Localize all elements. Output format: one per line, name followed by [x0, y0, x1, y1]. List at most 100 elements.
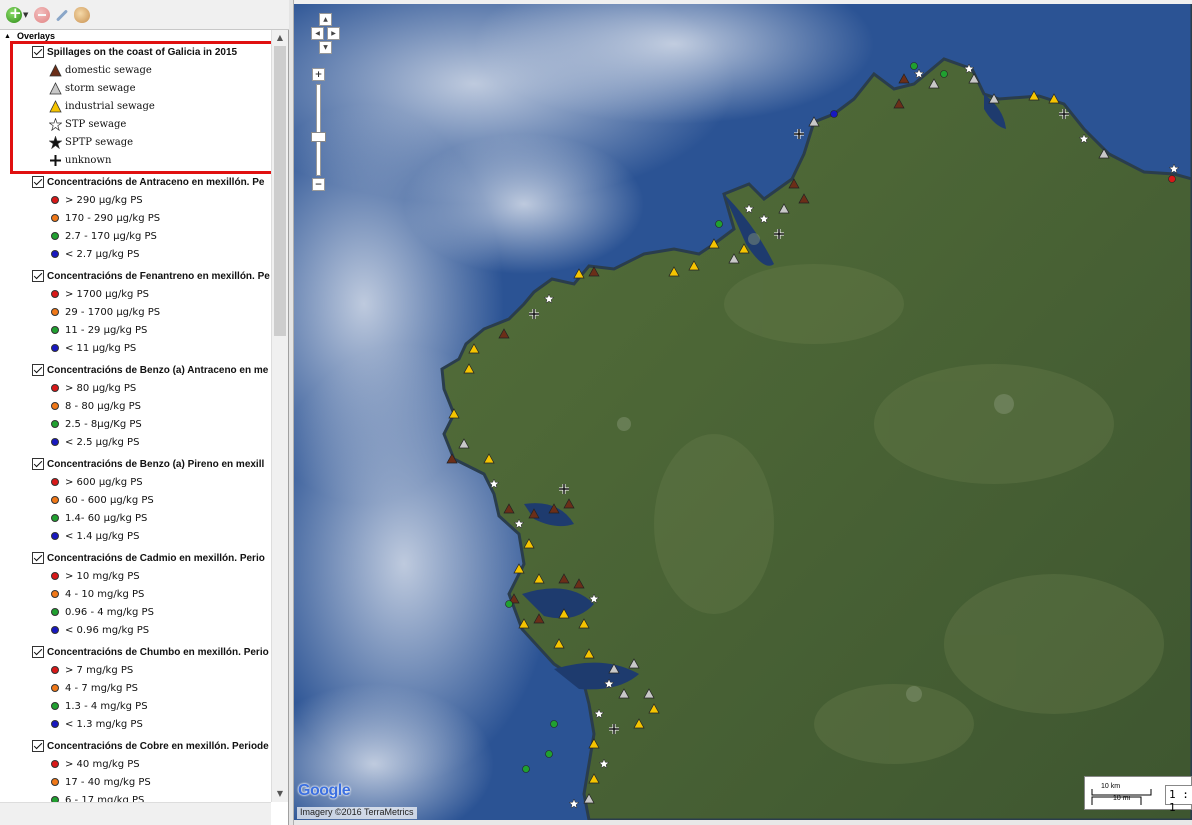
- star-icon: [48, 135, 62, 149]
- collapse-triangle-icon[interactable]: ▲: [4, 33, 11, 40]
- layer-title[interactable]: Concentracións de Chumbo en mexillón. Pe…: [32, 645, 272, 659]
- dot-marker[interactable]: [505, 600, 513, 608]
- layer-title[interactable]: Concentracións de Cadmio en mexillón. Pe…: [32, 551, 272, 565]
- legend-item-label: < 2.5 µg/kg PS: [65, 436, 140, 448]
- zoom-in-button[interactable]: +: [312, 68, 325, 81]
- layer-title-label: Concentracións de Cobre en mexillón. Per…: [47, 740, 269, 752]
- add-layer-dropdown-arrow[interactable]: ▼: [23, 11, 28, 19]
- legend-item: 2.7 - 170 µg/kg PS: [48, 229, 157, 243]
- layer-visibility-checkbox[interactable]: [32, 270, 44, 282]
- zoom-out-button[interactable]: −: [312, 178, 325, 191]
- layer-title[interactable]: Spillages on the coast of Galicia in 201…: [32, 45, 272, 59]
- layer-title-label: Concentracións de Cadmio en mexillón. Pe…: [47, 552, 265, 564]
- layer-properties-icon[interactable]: [54, 7, 70, 23]
- scroll-down-arrow-icon[interactable]: ▼: [272, 786, 288, 802]
- horizontal-scrollbar[interactable]: [0, 802, 271, 825]
- remove-layer-icon[interactable]: [34, 7, 50, 23]
- layers-toolbar: ▼: [0, 0, 289, 30]
- gis-application: ▼ ▲ Overlays Spillages on the coast of G…: [0, 0, 1192, 825]
- legend-item: > 40 mg/kg PS: [48, 757, 140, 771]
- layer-title[interactable]: Concentracións de Fenantreno en mexillón…: [32, 269, 272, 283]
- pan-control[interactable]: ▲ ◀ ▶ ▼: [311, 13, 341, 63]
- legend-item: 1.4- 60 µg/kg PS: [48, 511, 147, 525]
- scale-ratio-field[interactable]: 1 : 1: [1165, 785, 1192, 814]
- layer-visibility-checkbox[interactable]: [32, 364, 44, 376]
- legend-item-label: 0.96 - 4 mg/kg PS: [65, 606, 154, 618]
- legend-item-label: 2.7 - 170 µg/kg PS: [65, 230, 157, 242]
- color-dot-icon: [48, 587, 62, 601]
- legend-item-label: < 2.7 µg/kg PS: [65, 248, 140, 260]
- dot-marker[interactable]: [940, 70, 948, 78]
- color-dot-icon: [48, 323, 62, 337]
- layer-visibility-checkbox[interactable]: [32, 740, 44, 752]
- layer-style-icon[interactable]: [74, 7, 90, 23]
- layer-title[interactable]: Concentracións de Antraceno en mexillón.…: [32, 175, 272, 189]
- layer-title[interactable]: Concentracións de Benzo (a) Pireno en me…: [32, 457, 272, 471]
- legend-item: < 1.3 mg/kg PS: [48, 717, 143, 731]
- dot-marker[interactable]: [1168, 175, 1176, 183]
- map-view[interactable]: ▲ ◀ ▶ ▼ + − Google Imagery ©2016 TerraMe…: [294, 4, 1192, 820]
- color-dot-icon: [48, 511, 62, 525]
- legend-item-label: unknown: [65, 154, 112, 166]
- layer-title-label: Spillages on the coast of Galicia in 201…: [47, 46, 238, 58]
- legend-item-label: SPTP sewage: [65, 136, 134, 148]
- legend-item-label: > 40 mg/kg PS: [65, 758, 140, 770]
- dot-marker[interactable]: [522, 765, 530, 773]
- scale-mi-label: 10 mi: [1113, 795, 1131, 802]
- legend-item: > 1700 µg/kg PS: [48, 287, 149, 301]
- star-icon: [48, 117, 62, 131]
- legend-item: < 2.5 µg/kg PS: [48, 435, 139, 449]
- legend-item-label: 11 - 29 µg/kg PS: [65, 324, 148, 336]
- legend-item: 4 - 7 mg/kg PS: [48, 681, 138, 695]
- color-dot-icon: [48, 341, 62, 355]
- dot-marker[interactable]: [545, 750, 553, 758]
- color-dot-icon: [48, 287, 62, 301]
- legend-item: > 290 µg/kg PS: [48, 193, 143, 207]
- legend-item-label: > 290 µg/kg PS: [65, 194, 143, 206]
- legend-item-label: > 10 mg/kg PS: [65, 570, 140, 582]
- triangle-icon: [48, 99, 62, 113]
- legend-item-label: < 0.96 mg/kg PS: [65, 624, 150, 636]
- dot-marker[interactable]: [550, 720, 558, 728]
- color-dot-icon: [48, 699, 62, 713]
- layer-title[interactable]: Concentracións de Cobre en mexillón. Per…: [32, 739, 272, 753]
- scroll-up-arrow-icon[interactable]: ▲: [272, 30, 288, 46]
- color-dot-icon: [48, 493, 62, 507]
- layer-title-label: Concentracións de Chumbo en mexillón. Pe…: [47, 646, 269, 658]
- add-layer-icon[interactable]: [6, 4, 22, 23]
- dot-marker[interactable]: [910, 62, 918, 70]
- legend-item: 2.5 - 8µg/Kg PS: [48, 417, 142, 431]
- dot-marker[interactable]: [830, 110, 838, 118]
- legend-item-label: < 1.3 mg/kg PS: [65, 718, 143, 730]
- pan-up-icon[interactable]: ▲: [319, 13, 332, 26]
- legend-item: 1.3 - 4 mg/kg PS: [48, 699, 148, 713]
- layer-visibility-checkbox[interactable]: [32, 552, 44, 564]
- pan-left-icon[interactable]: ◀: [311, 27, 324, 40]
- layer-title[interactable]: Concentracións de Benzo (a) Antraceno en…: [32, 363, 272, 377]
- zoom-slider-thumb[interactable]: [311, 132, 326, 142]
- pan-down-icon[interactable]: ▼: [319, 41, 332, 54]
- scale-km-label: 10 km: [1101, 783, 1121, 790]
- legend-item-label: < 1.4 µg/kg PS: [65, 530, 140, 542]
- legend-item-label: 60 - 600 µg/kg PS: [65, 494, 154, 506]
- legend-item-label: 2.5 - 8µg/Kg PS: [65, 418, 142, 430]
- google-logo-text: Google: [298, 782, 351, 799]
- layer-tree: Spillages on the coast of Galicia in 201…: [0, 44, 272, 804]
- legend-item-label: > 600 µg/kg PS: [65, 476, 143, 488]
- layer-visibility-checkbox[interactable]: [32, 176, 44, 188]
- vertical-scrollbar[interactable]: ▲ ▼: [271, 30, 288, 802]
- scrollbar-thumb[interactable]: [274, 46, 286, 336]
- dot-marker[interactable]: [715, 220, 723, 228]
- overlays-header[interactable]: ▲ Overlays: [4, 30, 55, 42]
- pan-right-icon[interactable]: ▶: [327, 27, 340, 40]
- legend-item: industrial sewage: [48, 99, 155, 113]
- layer-visibility-checkbox[interactable]: [32, 646, 44, 658]
- layer-visibility-checkbox[interactable]: [32, 458, 44, 470]
- layer-visibility-checkbox[interactable]: [32, 46, 44, 58]
- color-dot-icon: [48, 435, 62, 449]
- legend-item-label: 29 - 1700 µg/kg PS: [65, 306, 161, 318]
- legend-item-label: > 1700 µg/kg PS: [65, 288, 149, 300]
- zoom-slider-track[interactable]: [316, 84, 321, 176]
- legend-item: > 7 mg/kg PS: [48, 663, 133, 677]
- color-dot-icon: [48, 381, 62, 395]
